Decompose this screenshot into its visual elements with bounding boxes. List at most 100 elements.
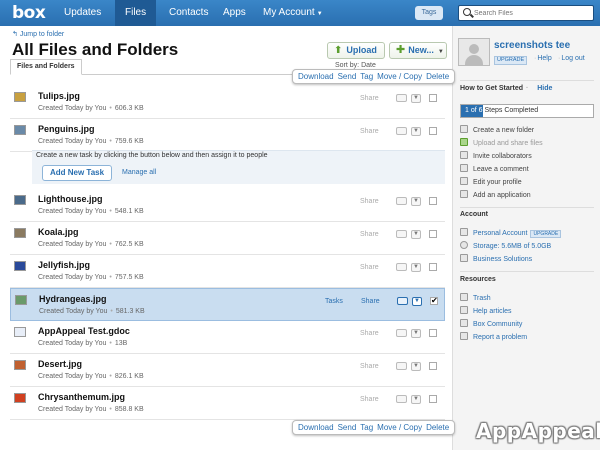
upgrade-badge[interactable]: UPGRADE [494,56,528,65]
move-copy-action[interactable]: Move / Copy [377,72,422,81]
share-link[interactable]: Share [361,298,380,305]
file-thumbnail-icon[interactable] [14,125,26,135]
tag-action[interactable]: Tag [360,72,373,81]
tab-files-and-folders[interactable]: Files and Folders [10,59,82,75]
getting-started-add-application[interactable]: Add an application [460,190,531,199]
file-name[interactable]: Penguins.jpg [38,124,95,134]
file-thumbnail-icon[interactable] [14,327,26,337]
share-link[interactable]: Share [360,95,379,102]
file-name[interactable]: Chrysanthemum.jpg [38,392,125,402]
chevron-down-icon[interactable]: ▼ [411,395,421,404]
storage-link[interactable]: Storage: 5.6MB of 5.0GB [460,241,551,250]
file-row-jellyfish[interactable]: Jellyfish.jpg Created Today by You • 757.5 … [10,255,445,288]
file-row-koala[interactable]: Koala.jpg Created Today by You • 762.5 KB Sh… [10,222,445,255]
comment-icon[interactable] [397,297,408,305]
new-button[interactable]: ✚ New... ▼ [389,42,447,59]
file-name[interactable]: Koala.jpg [38,227,79,237]
help-link[interactable]: ·Help [533,55,552,62]
file-name[interactable]: AppAppeal Test.gdoc [38,326,130,336]
send-action[interactable]: Send [338,72,357,81]
file-row-tulips[interactable]: Tulips.jpg Created Today by You • 606.3 KB S… [10,86,445,119]
file-checkbox[interactable] [429,263,437,271]
account-upgrade-badge[interactable]: UPGRADE [530,230,562,238]
personal-account-link[interactable]: Personal Account UPGRADE [460,228,562,238]
upload-button[interactable]: ⬆ Upload [327,42,385,59]
file-checkbox[interactable] [429,395,437,403]
share-link[interactable]: Share [360,330,379,337]
jump-to-folder-link[interactable]: ↰ Jump to folder [12,30,64,38]
file-thumbnail-icon[interactable] [14,360,26,370]
file-name[interactable]: Desert.jpg [38,359,82,369]
search-icon[interactable] [463,8,471,16]
nav-contacts[interactable]: Contacts [159,0,218,26]
delete-action[interactable]: Delete [426,423,449,432]
resource-report-problem[interactable]: Report a problem [460,332,527,341]
add-new-task-button[interactable]: Add New Task [42,165,112,181]
comment-icon[interactable] [396,230,407,238]
chevron-down-icon[interactable]: ▼ [411,362,421,371]
file-thumbnail-icon[interactable] [14,92,26,102]
search-input[interactable] [474,7,589,19]
tags-button[interactable]: Tags [415,6,443,20]
download-action[interactable]: Download [298,72,334,81]
move-copy-action[interactable]: Move / Copy [377,423,422,432]
file-name[interactable]: Tulips.jpg [38,91,80,101]
comment-icon[interactable] [396,94,407,102]
tag-action[interactable]: Tag [360,423,373,432]
file-row-hydrangeas[interactable]: Hydrangeas.jpg Created Today by You • 581.3… [10,288,445,321]
file-checkbox[interactable] [429,329,437,337]
file-checkbox[interactable] [429,197,437,205]
share-link[interactable]: Share [360,396,379,403]
sort-by-dropdown[interactable]: Sort by: Date [335,62,376,69]
nav-updates[interactable]: Updates [54,0,111,26]
chevron-down-icon[interactable]: ▼ [411,94,421,103]
comment-icon[interactable] [396,127,407,135]
chevron-down-icon[interactable]: ▼ [411,329,421,338]
file-thumbnail-icon[interactable] [14,261,26,271]
file-name[interactable]: Lighthouse.jpg [38,194,103,204]
chevron-down-icon[interactable]: ▼ [412,297,422,306]
file-checkbox[interactable] [429,230,437,238]
getting-started-invite-collaborators[interactable]: Invite collaborators [460,151,532,160]
hide-link[interactable]: Hide [537,85,552,92]
resource-trash[interactable]: Trash [460,293,491,302]
share-link[interactable]: Share [360,231,379,238]
nav-apps[interactable]: Apps [213,0,256,26]
download-action[interactable]: Download [298,423,334,432]
send-action[interactable]: Send [338,423,357,432]
file-row-chrysanthemum[interactable]: Chrysanthemum.jpg Created Today by You • 85… [10,387,445,420]
file-checkbox[interactable]: ✔ [430,297,438,305]
avatar[interactable] [458,38,490,66]
file-thumbnail-icon[interactable] [14,195,26,205]
chevron-down-icon[interactable]: ▼ [411,127,421,136]
file-name[interactable]: Hydrangeas.jpg [39,294,107,304]
comment-icon[interactable] [396,395,407,403]
getting-started-leave-comment[interactable]: Leave a comment [460,164,529,173]
comment-icon[interactable] [396,329,407,337]
getting-started-upload-share[interactable]: Upload and share files [460,138,543,147]
file-thumbnail-icon[interactable] [14,228,26,238]
file-thumbnail-icon[interactable] [15,295,27,305]
file-thumbnail-icon[interactable] [14,393,26,403]
chevron-down-icon[interactable]: ▼ [411,263,421,272]
getting-started-create-folder[interactable]: Create a new folder [460,125,534,134]
comment-icon[interactable] [396,263,407,271]
resource-box-community[interactable]: Box Community [460,319,522,328]
file-checkbox[interactable] [429,94,437,102]
file-row-desert[interactable]: Desert.jpg Created Today by You • 826.1 KB S… [10,354,445,387]
comment-icon[interactable] [396,362,407,370]
file-name[interactable]: Jellyfish.jpg [38,260,90,270]
resource-help-articles[interactable]: Help articles [460,306,512,315]
file-row-penguins[interactable]: Penguins.jpg Created Today by You • 759.6 K… [10,119,445,152]
file-checkbox[interactable] [429,362,437,370]
share-link[interactable]: Share [360,363,379,370]
tasks-link[interactable]: Tasks [325,298,343,305]
share-link[interactable]: Share [360,198,379,205]
logout-link[interactable]: ·Log out [557,55,585,62]
file-checkbox[interactable] [429,127,437,135]
comment-icon[interactable] [396,197,407,205]
share-link[interactable]: Share [360,264,379,271]
file-row-lighthouse[interactable]: Lighthouse.jpg Created Today by You • 548.1… [10,189,445,222]
user-name-link[interactable]: screenshots tee [494,40,570,51]
nav-my-account[interactable]: My Account ▼ [253,0,333,26]
